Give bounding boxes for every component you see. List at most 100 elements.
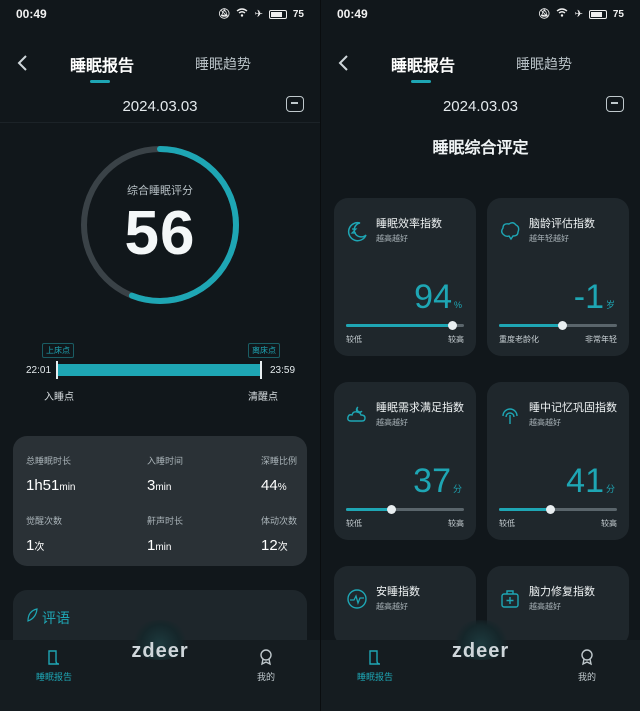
index-slider-knob <box>386 505 396 514</box>
index-slider-track <box>499 505 617 514</box>
repair-kit-icon <box>501 590 519 608</box>
score-value: 56 <box>124 199 196 268</box>
moon-zzz-icon <box>347 221 367 242</box>
stat-movement-count: 体动次数 12次 <box>261 514 297 554</box>
timeline-start-time: 22:01 <box>26 365 52 376</box>
nav-mine[interactable]: 我的 <box>236 648 296 683</box>
scale-high-label: 较高 <box>448 335 464 344</box>
nav-sleep-report[interactable]: 睡眠报告 <box>24 648 84 683</box>
scale-high-label: 非常年轻 <box>585 335 617 344</box>
calendar-icon[interactable] <box>606 96 624 112</box>
nav-label: 我的 <box>256 672 275 682</box>
battery-icon <box>268 9 287 19</box>
report-icon <box>48 650 60 665</box>
calendar-icon[interactable] <box>286 96 304 112</box>
sleep-stats-card: 总睡眠时长 1h51min 入睡时间 3min 深睡比例 44% 觉醒次数 1次… <box>13 436 307 566</box>
index-slider-track <box>499 321 617 330</box>
index-name: 脑力修复指数 <box>529 586 595 598</box>
status-time: 00:49 <box>16 7 47 21</box>
wifi-icon <box>236 8 248 20</box>
top-nav: 睡眠报告 睡眠趋势 <box>321 44 640 84</box>
stat-snore-duration: 鼾声时长 1min <box>147 514 183 554</box>
index-hint: 越高越好 <box>376 418 408 427</box>
scale-low-label: 较低 <box>346 519 362 528</box>
active-tab-indicator <box>90 80 110 83</box>
sleep-assessment-screen: 00:49 🔕︎ ✈ 75 睡眠报告 睡眠趋势 2024.03.03 睡眠综合评… <box>320 0 640 711</box>
report-date[interactable]: 2024.03.03 <box>0 92 320 122</box>
report-date[interactable]: 2024.03.03 <box>321 92 640 122</box>
report-icon <box>369 650 381 665</box>
index-slider-fill <box>499 324 562 327</box>
back-chevron-icon[interactable] <box>333 52 355 74</box>
index-card-brain-age[interactable]: 脑龄评估指数 越年轻越好 -1 岁 重度老龄化 非常年轻 <box>487 198 629 356</box>
tab-sleep-report[interactable]: 睡眠报告 <box>391 52 455 76</box>
leaf-icon <box>27 608 38 622</box>
stat-value: 1次 <box>26 537 45 554</box>
timeline-start-tick <box>56 361 58 379</box>
airplane-icon: ✈ <box>574 8 583 20</box>
index-hint: 越高越好 <box>529 418 561 427</box>
scale-high-label: 较高 <box>601 519 617 528</box>
cloud-moon-icon <box>347 406 366 422</box>
stat-sleep-onset: 入睡时间 3min <box>147 454 183 494</box>
stat-value: 3min <box>147 477 172 494</box>
stat-label: 觉醒次数 <box>26 516 63 526</box>
active-tab-indicator <box>411 80 431 83</box>
stat-value: 1min <box>147 537 172 554</box>
battery-level: 75 <box>292 8 304 20</box>
profile-medal-icon <box>581 649 593 666</box>
nav-label: 我的 <box>577 672 596 682</box>
nav-sleep-report[interactable]: 睡眠报告 <box>345 648 405 683</box>
stat-label: 深睡比例 <box>261 456 298 466</box>
back-chevron-icon[interactable] <box>12 52 34 74</box>
tab-sleep-report[interactable]: 睡眠报告 <box>70 52 134 76</box>
tab-sleep-trend[interactable]: 睡眠趋势 <box>516 54 572 74</box>
memory-icon <box>502 408 518 424</box>
index-slider-track <box>346 505 464 514</box>
index-value: -1 岁 <box>573 278 615 316</box>
index-name: 脑龄评估指数 <box>529 218 595 230</box>
comment-title: 评语 <box>42 610 70 626</box>
stat-value: 12次 <box>261 537 288 554</box>
timeline-end-tick <box>260 361 262 379</box>
index-hint: 越高越好 <box>376 234 408 243</box>
index-hint: 越高越好 <box>529 602 561 611</box>
index-slider-fill <box>346 508 391 511</box>
mute-icon: 🔕︎ <box>537 8 551 20</box>
index-slider-fill <box>499 508 550 511</box>
nav-label: 睡眠报告 <box>356 672 393 682</box>
timeline-end-label: 清醒点 <box>248 392 278 403</box>
stat-wake-count: 觉醒次数 1次 <box>26 514 62 554</box>
status-time: 00:49 <box>337 7 368 21</box>
index-value: 94% <box>414 278 462 316</box>
status-icons: 🔕︎ ✈ 75 <box>218 8 304 20</box>
profile-medal-icon <box>260 649 272 666</box>
stat-label: 入睡时间 <box>147 456 184 466</box>
status-icons: 🔕︎ ✈ 75 <box>538 8 624 20</box>
timeline-start-label: 入睡点 <box>44 392 74 403</box>
stat-total-sleep: 总睡眠时长 1h51min <box>26 454 76 494</box>
index-name: 睡眠效率指数 <box>376 218 442 230</box>
index-card-sleep-efficiency[interactable]: 睡眠效率指数 越高越好 94% 较低 较高 <box>334 198 476 356</box>
scale-low-label: 较低 <box>346 335 362 344</box>
index-card-memory-consolidation[interactable]: 睡中记忆巩固指数 越高越好 41 分 较低 较高 <box>487 382 629 540</box>
section-title: 睡眠综合评定 <box>432 140 529 157</box>
index-slider-knob <box>545 505 555 514</box>
stat-value: 1h51min <box>26 477 76 494</box>
index-name: 睡眠需求满足指数 <box>376 402 464 414</box>
nav-mine[interactable]: 我的 <box>557 648 617 683</box>
wave-icon <box>347 589 367 609</box>
battery-level: 75 <box>612 8 624 20</box>
sleep-report-screen: 00:49 🔕︎ ✈ 75 睡眠报告 睡眠趋势 2024.03.03 综合睡眠评… <box>0 0 320 711</box>
index-card-sleep-need[interactable]: 睡眠需求满足指数 越高越好 37 分 较低 较高 <box>334 382 476 540</box>
status-bar: 00:49 🔕︎ ✈ 75 <box>321 0 640 28</box>
wifi-icon <box>556 8 568 20</box>
index-slider-track <box>346 321 464 330</box>
index-name: 安睡指数 <box>376 586 420 598</box>
index-name: 睡中记忆巩固指数 <box>529 402 617 414</box>
bed-flag: 上床点 <box>42 343 74 358</box>
sleep-timeline-bar <box>56 364 262 376</box>
stat-value: 44% <box>261 477 287 494</box>
battery-icon <box>588 9 607 19</box>
tab-sleep-trend[interactable]: 睡眠趋势 <box>195 54 251 74</box>
